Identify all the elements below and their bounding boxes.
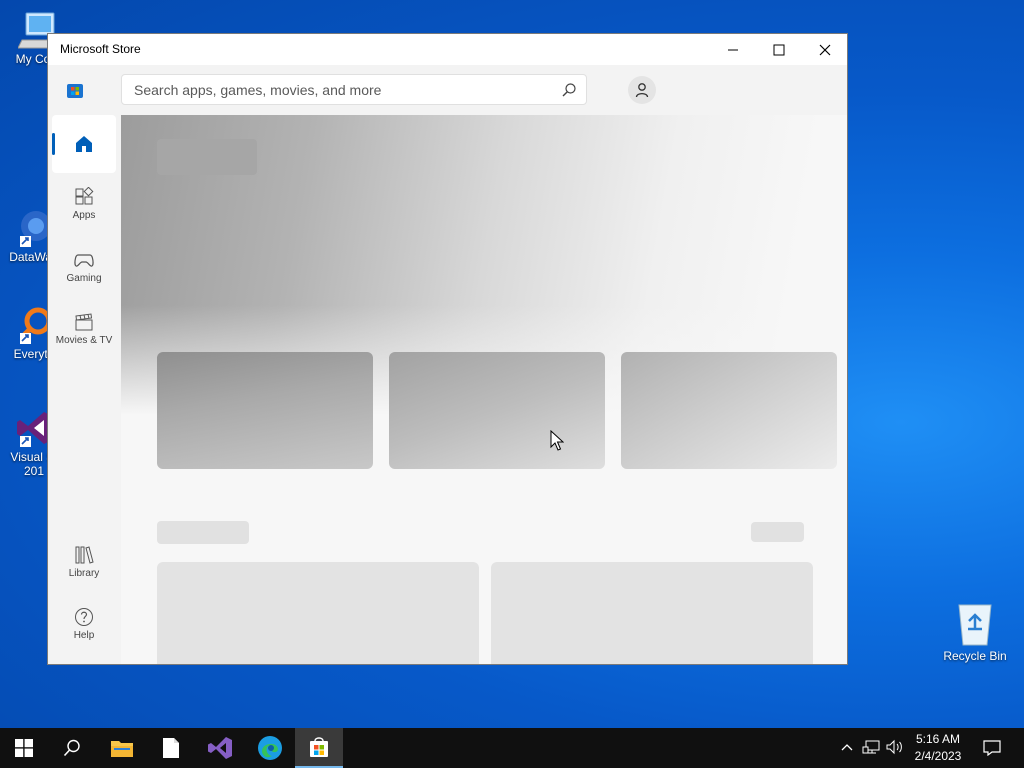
navigation-pane: Apps Gaming Movies & TV Library Help [48,115,120,664]
close-button[interactable] [802,34,847,65]
help-icon [75,608,93,626]
tile-placeholder[interactable] [491,562,813,664]
see-all-placeholder[interactable] [751,522,804,542]
taskbar-notepad[interactable] [147,728,195,768]
account-button[interactable] [628,76,656,104]
edge-icon [258,736,282,760]
document-icon [163,738,179,758]
minimize-button[interactable] [710,34,756,65]
taskbar-edge[interactable] [246,728,294,768]
gamepad-icon [74,254,94,267]
nav-item-label: Apps [72,210,96,221]
home-content [121,115,847,664]
featured-card-placeholder[interactable] [621,352,837,469]
taskbar-file-explorer[interactable] [98,728,146,768]
nav-item-label: Gaming [66,273,102,284]
tile-placeholder[interactable] [157,562,479,664]
person-icon [635,83,649,98]
clapperboard-icon [75,313,93,331]
mouse-cursor [550,430,564,451]
desktop-icon-label: Recycle Bin [943,649,1007,663]
maximize-icon [773,44,785,55]
nav-item-label: Help [73,630,95,641]
volume-icon[interactable] [886,739,904,755]
store-logo [66,81,84,104]
taskbar-microsoft-store[interactable] [295,728,343,768]
clock[interactable]: 5:16 AM 2/4/2023 [904,731,972,765]
nav-item-label: Movies & TV [55,335,113,346]
notification-icon[interactable] [983,740,1001,756]
nav-item-apps[interactable]: Apps [52,187,116,221]
nav-item-help[interactable]: Help [52,607,116,641]
minimize-icon [728,49,738,50]
microsoft-store-window: Microsoft Store Search apps, games, movi… [47,33,848,665]
maximize-button[interactable] [756,34,802,65]
search-taskbar-button[interactable] [48,728,96,768]
nav-item-gaming[interactable]: Gaming [52,250,116,284]
recycle-bin-icon [958,604,992,646]
nav-item-label: Library [68,568,100,579]
selection-indicator [52,133,55,155]
windows-logo-icon [15,739,33,757]
nav-item-home[interactable] [52,115,116,173]
start-button[interactable] [0,728,48,768]
store-bag-icon [67,84,83,98]
search-icon[interactable] [561,82,577,103]
desktop-icon-recycle-bin[interactable]: Recycle Bin [935,603,1015,663]
title-bar[interactable]: Microsoft Store [48,34,847,65]
taskbar-visual-studio[interactable] [196,728,244,768]
featured-card-placeholder[interactable] [389,352,605,469]
close-icon [819,44,831,55]
apps-icon [75,187,94,205]
store-header [48,65,847,115]
library-icon [75,546,94,564]
taskbar: 5:16 AM 2/4/2023 [0,728,1024,768]
store-bag-icon [310,737,328,757]
home-icon [76,136,92,152]
folder-icon [111,741,133,757]
search-box[interactable] [121,74,587,105]
featured-card-placeholder[interactable] [157,352,373,469]
nav-item-movies-tv[interactable]: Movies & TV [52,312,116,346]
clock-time: 5:16 AM [915,732,961,746]
nav-item-library[interactable]: Library [52,545,116,579]
clock-date: 2/4/2023 [914,749,962,763]
window-title: Microsoft Store [60,42,141,56]
search-icon [63,739,80,757]
section-title-placeholder [157,521,249,544]
visual-studio-icon [208,737,232,759]
hero-title-placeholder [157,139,257,175]
search-input[interactable] [132,81,556,99]
chevron-up-icon[interactable] [840,739,854,755]
network-icon[interactable] [862,739,880,755]
